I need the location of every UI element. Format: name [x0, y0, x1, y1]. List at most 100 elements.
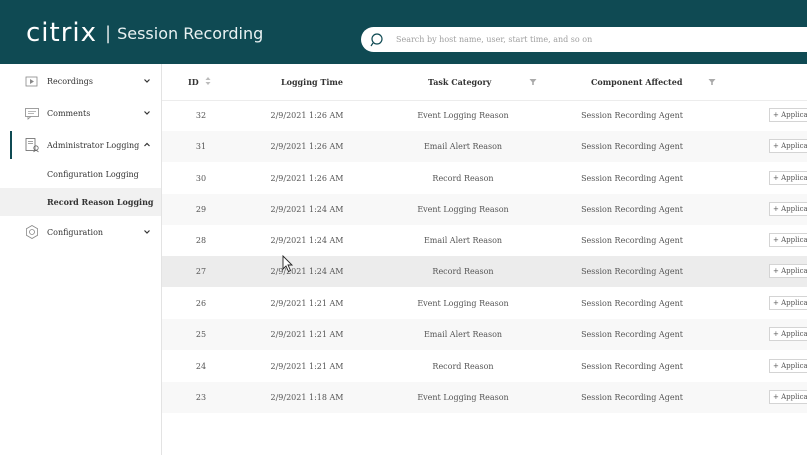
cell-logging-time: 2/9/2021 1:21 AM: [270, 299, 344, 308]
table-row[interactable]: 32 2/9/2021 1:26 AM Event Logging Reason…: [162, 100, 807, 131]
application-button[interactable]: + Applicat: [769, 108, 807, 122]
filter-icon[interactable]: [708, 64, 716, 100]
cell-id: 25: [195, 330, 207, 339]
chevron-down-icon[interactable]: [143, 109, 151, 117]
application-button[interactable]: + Applicat: [769, 359, 807, 373]
cell-id: 30: [195, 174, 207, 183]
cell-component: Session Recording Agent: [581, 236, 683, 245]
sidebar-item-label: Administrator Logging: [47, 140, 140, 150]
cell-task-category: Event Logging Reason: [417, 393, 509, 402]
table-row[interactable]: 28 2/9/2021 1:24 AM Email Alert Reason S…: [162, 225, 807, 256]
chevron-up-icon[interactable]: [143, 141, 151, 149]
table-row[interactable]: 25 2/9/2021 1:21 AM Email Alert Reason S…: [162, 319, 807, 350]
cell-id: 27: [195, 267, 207, 276]
cell-task-category: Record Reason: [432, 362, 494, 371]
table-row[interactable]: 26 2/9/2021 1:21 AM Event Logging Reason…: [162, 288, 807, 319]
play-icon: [24, 73, 40, 89]
cell-component: Session Recording Agent: [581, 330, 683, 339]
cell-component: Session Recording Agent: [581, 174, 683, 183]
search-input[interactable]: [394, 34, 798, 45]
application-button[interactable]: + Applicat: [769, 233, 807, 247]
cell-component: Session Recording Agent: [581, 111, 683, 120]
cell-component: Session Recording Agent: [581, 205, 683, 214]
admin-log-icon: [24, 137, 40, 153]
column-header-label: Logging Time: [281, 77, 343, 87]
filter-icon[interactable]: [529, 64, 537, 100]
cell-task-category: Email Alert Reason: [423, 330, 503, 339]
application-button[interactable]: + Applicat: [769, 390, 807, 404]
table-header: ID Logging Time Task Category Component …: [162, 64, 807, 101]
cell-id: 29: [195, 205, 207, 214]
brand-separator: |: [105, 22, 112, 44]
comment-icon: [24, 105, 40, 121]
chevron-down-icon[interactable]: [143, 228, 151, 236]
application-button[interactable]: + Applicat: [769, 264, 807, 278]
column-header-logging-time[interactable]: Logging Time: [281, 64, 343, 100]
sidebar-item-label: Configuration: [47, 227, 104, 237]
search-bar[interactable]: [361, 27, 807, 52]
sidebar-subitem-configuration-logging[interactable]: Configuration Logging: [0, 160, 161, 188]
cell-task-category: Event Logging Reason: [417, 205, 509, 214]
sidebar-subitem-label: Configuration Logging: [47, 169, 139, 179]
cell-logging-time: 2/9/2021 1:24 AM: [270, 205, 344, 214]
cell-task-category: Email Alert Reason: [423, 236, 503, 245]
gear-icon: [24, 224, 40, 240]
citrix-logo: citrix: [26, 18, 98, 48]
cell-id: 23: [195, 393, 207, 402]
top-header: citrix | Session Recording: [0, 0, 807, 64]
cell-task-category: Email Alert Reason: [423, 142, 503, 151]
column-header-label: Task Category: [428, 77, 492, 87]
application-button[interactable]: + Applicat: [769, 296, 807, 310]
application-button[interactable]: + Applicat: [769, 202, 807, 216]
cell-logging-time: 2/9/2021 1:24 AM: [270, 267, 344, 276]
column-header-id[interactable]: ID: [188, 64, 211, 100]
product-name: Session Recording: [117, 23, 264, 43]
table-row[interactable]: 29 2/9/2021 1:24 AM Event Logging Reason…: [162, 194, 807, 225]
column-header-task-category[interactable]: Task Category: [428, 64, 491, 100]
sidebar: Recordings Comments Administrator Loggin…: [0, 64, 162, 455]
application-button[interactable]: + Applicat: [769, 139, 807, 153]
sidebar-item-configuration[interactable]: Configuration: [0, 216, 161, 248]
cell-task-category: Record Reason: [432, 267, 494, 276]
cell-logging-time: 2/9/2021 1:21 AM: [270, 330, 344, 339]
column-header-label: Component Affected: [591, 77, 683, 87]
cell-component: Session Recording Agent: [581, 267, 683, 276]
sidebar-subitem-label: Record Reason Logging: [47, 197, 154, 207]
cell-logging-time: 2/9/2021 1:26 AM: [270, 174, 344, 183]
sidebar-subitem-record-reason-logging[interactable]: Record Reason Logging: [0, 188, 161, 216]
column-header-component-affected[interactable]: Component Affected: [591, 64, 682, 100]
chevron-down-icon[interactable]: [143, 77, 151, 85]
table-row[interactable]: 31 2/9/2021 1:26 AM Email Alert Reason S…: [162, 131, 807, 162]
application-button[interactable]: + Applicat: [769, 171, 807, 185]
sidebar-item-recordings[interactable]: Recordings: [0, 65, 161, 97]
cell-component: Session Recording Agent: [581, 299, 683, 308]
search-icon[interactable]: [370, 32, 386, 48]
cell-task-category: Record Reason: [432, 174, 494, 183]
table-row[interactable]: 23 2/9/2021 1:18 AM Event Logging Reason…: [162, 382, 807, 413]
sidebar-item-label: Comments: [47, 108, 91, 118]
cell-id: 31: [195, 142, 207, 151]
cell-id: 28: [195, 236, 207, 245]
table-row[interactable]: 30 2/9/2021 1:26 AM Record Reason Sessio…: [162, 163, 807, 194]
cell-id: 32: [195, 111, 207, 120]
mouse-cursor-icon: [282, 254, 294, 273]
cell-id: 24: [195, 362, 207, 371]
cell-logging-time: 2/9/2021 1:21 AM: [270, 362, 344, 371]
sidebar-item-label: Recordings: [47, 76, 93, 86]
table-row[interactable]: 24 2/9/2021 1:21 AM Record Reason Sessio…: [162, 351, 807, 382]
table-row[interactable]: 27 2/9/2021 1:24 AM Record Reason Sessio…: [162, 256, 807, 287]
brand[interactable]: citrix | Session Recording: [26, 18, 263, 48]
application-button[interactable]: + Applicat: [769, 327, 807, 341]
sidebar-item-administrator-logging[interactable]: Administrator Logging: [0, 129, 161, 161]
cell-component: Session Recording Agent: [581, 362, 683, 371]
sidebar-item-comments[interactable]: Comments: [0, 97, 161, 129]
cell-component: Session Recording Agent: [581, 142, 683, 151]
cell-logging-time: 2/9/2021 1:26 AM: [270, 111, 344, 120]
cell-logging-time: 2/9/2021 1:24 AM: [270, 236, 344, 245]
column-header-label: ID: [188, 77, 199, 87]
sort-icon[interactable]: [205, 76, 211, 88]
cell-id: 26: [195, 299, 207, 308]
cell-logging-time: 2/9/2021 1:18 AM: [270, 393, 344, 402]
cell-component: Session Recording Agent: [581, 393, 683, 402]
cell-task-category: Event Logging Reason: [417, 111, 509, 120]
